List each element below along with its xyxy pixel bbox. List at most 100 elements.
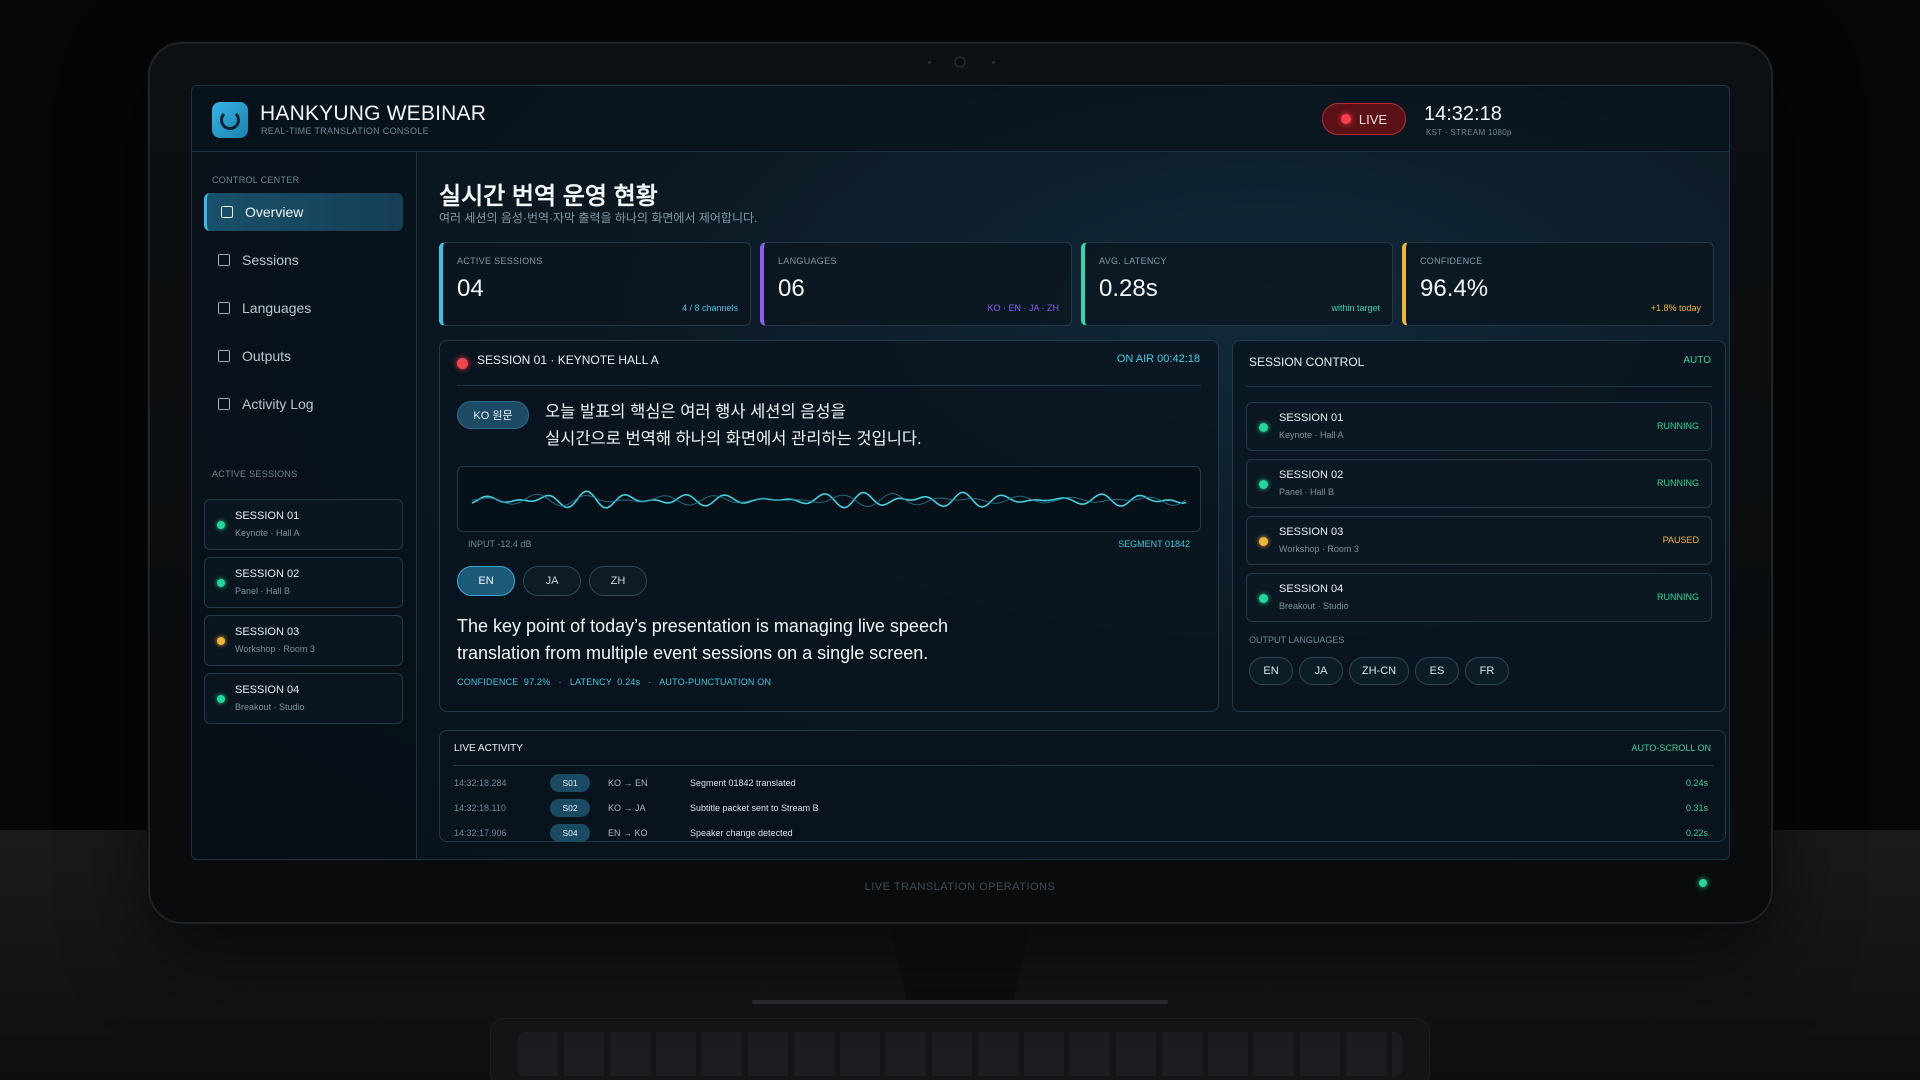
kpi-note: within target (1331, 303, 1380, 313)
session-control-row[interactable]: SESSION 01 Keynote · Hall A RUNNING (1246, 402, 1712, 451)
output-language-ja[interactable]: JA (1299, 657, 1343, 685)
session-location: Workshop · Room 3 (235, 644, 315, 654)
status-dot-icon (217, 579, 225, 587)
kpi-value: 96.4% (1420, 275, 1489, 302)
sidebar-item-outputs[interactable]: Outputs (204, 337, 403, 375)
activity-message: Subtitle packet sent to Stream B (690, 803, 819, 813)
kpi-card-active-sessions: ACTIVE SESSIONS 04 4 / 8 channels (439, 242, 751, 326)
session-location: Breakout · Studio (235, 702, 305, 712)
output-language-fr[interactable]: FR (1465, 657, 1509, 685)
tab-zh[interactable]: ZH (589, 566, 647, 596)
status-badge: RUNNING (1657, 478, 1699, 488)
sidebar-session-card[interactable]: SESSION 02 Panel · Hall B (204, 557, 403, 608)
latency-value: 0.22s (1685, 828, 1708, 838)
session-title: SESSION 02 (1279, 469, 1344, 481)
sidebar-session-card[interactable]: SESSION 03 Workshop · Room 3 (204, 615, 403, 666)
sidebar-item-sessions[interactable]: Sessions (204, 241, 403, 279)
timestamp: 14:32:18.284 (454, 778, 507, 788)
translation-line: translation from multiple event sessions… (457, 643, 929, 663)
kpi-label: ACTIVE SESSIONS (457, 256, 543, 266)
live-button[interactable]: LIVE (1322, 103, 1406, 135)
divider (457, 385, 1201, 386)
session-location: Panel · Hall B (235, 586, 291, 596)
output-language-es[interactable]: ES (1415, 657, 1459, 685)
kpi-label: LANGUAGES (778, 256, 837, 266)
live-session-title: SESSION 01 · KEYNOTE HALL A (477, 353, 659, 367)
status-dot-icon (1259, 594, 1268, 603)
language-direction: KO → JA (608, 803, 646, 813)
sidebar-item-label: Overview (245, 204, 304, 220)
language-direction: KO → EN (608, 778, 648, 788)
activity-row: 14:32:18.110 S02 KO → JA Subtitle packet… (454, 799, 1708, 819)
kpi-value: 04 (457, 275, 484, 302)
kpi-note: KO · EN · JA · ZH (987, 303, 1059, 313)
kpi-note: +1.8% today (1650, 303, 1701, 313)
overview-icon (221, 206, 233, 218)
activity-message: Segment 01842 translated (690, 778, 796, 788)
tab-ja[interactable]: JA (523, 566, 581, 596)
session-control-row[interactable]: SESSION 04 Breakout · Studio RUNNING (1246, 573, 1712, 622)
session-title: SESSION 01 (235, 510, 300, 522)
sidebar-session-card[interactable]: SESSION 04 Breakout · Studio (204, 673, 403, 724)
session-location: Keynote · Hall A (235, 528, 300, 538)
sensor-dot (992, 61, 995, 64)
session-title: SESSION 02 (235, 568, 300, 580)
status-dot-icon (217, 695, 225, 703)
status-dot-icon (1259, 480, 1268, 489)
sidebar-item-overview[interactable]: Overview (204, 193, 403, 231)
keyboard (490, 1018, 1430, 1080)
activity-row: 14:32:18.284 S01 KO → EN Segment 01842 t… (454, 774, 1708, 794)
status-dot-icon (217, 521, 225, 529)
status-dot-icon (217, 637, 225, 645)
activity-message: Speaker change detected (690, 828, 793, 838)
session-control-panel: SESSION CONTROL AUTO SESSION 01 Keynote … (1232, 340, 1726, 712)
auto-scroll-toggle[interactable]: AUTO-SCROLL ON (1631, 743, 1711, 753)
session-tag: S01 (550, 774, 590, 792)
segment-id: SEGMENT 01842 (1118, 539, 1190, 549)
monitor-stand (885, 912, 1035, 1004)
status-badge: RUNNING (1657, 592, 1699, 602)
activity-row: 14:32:17.906 S04 EN → KO Speaker change … (454, 824, 1708, 844)
monitor-stand-base (752, 1000, 1168, 1004)
language-direction: EN → KO (608, 828, 648, 838)
active-sessions-heading: ACTIVE SESSIONS (212, 469, 298, 479)
status-badge: RUNNING (1657, 421, 1699, 431)
activity-log-icon (218, 398, 230, 410)
waveform-icon (471, 490, 1187, 509)
clock-subtitle: KST · STREAM 1080p (1426, 128, 1512, 137)
page-title: 실시간 번역 운영 현황 (439, 183, 658, 210)
output-languages-heading: OUTPUT LANGUAGES (1249, 635, 1345, 645)
sidebar: CONTROL CENTER Overview Sessions Languag… (192, 152, 417, 859)
output-language-zh-cn[interactable]: ZH-CN (1349, 657, 1409, 685)
status-dot-icon (1259, 537, 1268, 546)
tab-en[interactable]: EN (457, 566, 515, 596)
recording-dot-icon (457, 358, 468, 369)
divider (453, 765, 1713, 766)
sidebar-session-card[interactable]: SESSION 01 Keynote · Hall A (204, 499, 403, 550)
session-control-title: SESSION CONTROL (1249, 355, 1365, 369)
status-badge: PAUSED (1662, 535, 1699, 545)
session-location: Workshop · Room 3 (1279, 544, 1359, 554)
session-location: Panel · Hall B (1279, 487, 1335, 497)
power-led-icon (1699, 879, 1707, 887)
session-control-row[interactable]: SESSION 02 Panel · Hall B RUNNING (1246, 459, 1712, 508)
status-dot-icon (1259, 423, 1268, 432)
main-content: 실시간 번역 운영 현황 여러 세션의 음성·번역·자막 출력을 하나의 화면에… (417, 152, 1729, 859)
session-tag: S04 (550, 824, 590, 842)
control-center-heading: CONTROL CENTER (212, 175, 300, 185)
output-language-en[interactable]: EN (1249, 657, 1293, 685)
kpi-value: 06 (778, 275, 805, 302)
translation-line: The key point of today’s presentation is… (457, 616, 948, 636)
sidebar-item-label: Languages (242, 300, 312, 316)
auto-mode-toggle[interactable]: AUTO (1683, 355, 1711, 366)
translation-output: The key point of today’s presentation is… (457, 613, 1017, 667)
sidebar-item-languages[interactable]: Languages (204, 289, 403, 327)
sensor-dot (928, 61, 931, 64)
sidebar-item-activity-log[interactable]: Activity Log (204, 385, 403, 423)
sessions-icon (218, 254, 230, 266)
outputs-icon (218, 350, 230, 362)
kpi-label: AVG. LATENCY (1099, 256, 1167, 266)
session-control-row[interactable]: SESSION 03 Workshop · Room 3 PAUSED (1246, 516, 1712, 565)
app-title: HANKYUNG WEBINAR (260, 102, 487, 125)
app-subtitle: REAL-TIME TRANSLATION CONSOLE (261, 126, 429, 136)
